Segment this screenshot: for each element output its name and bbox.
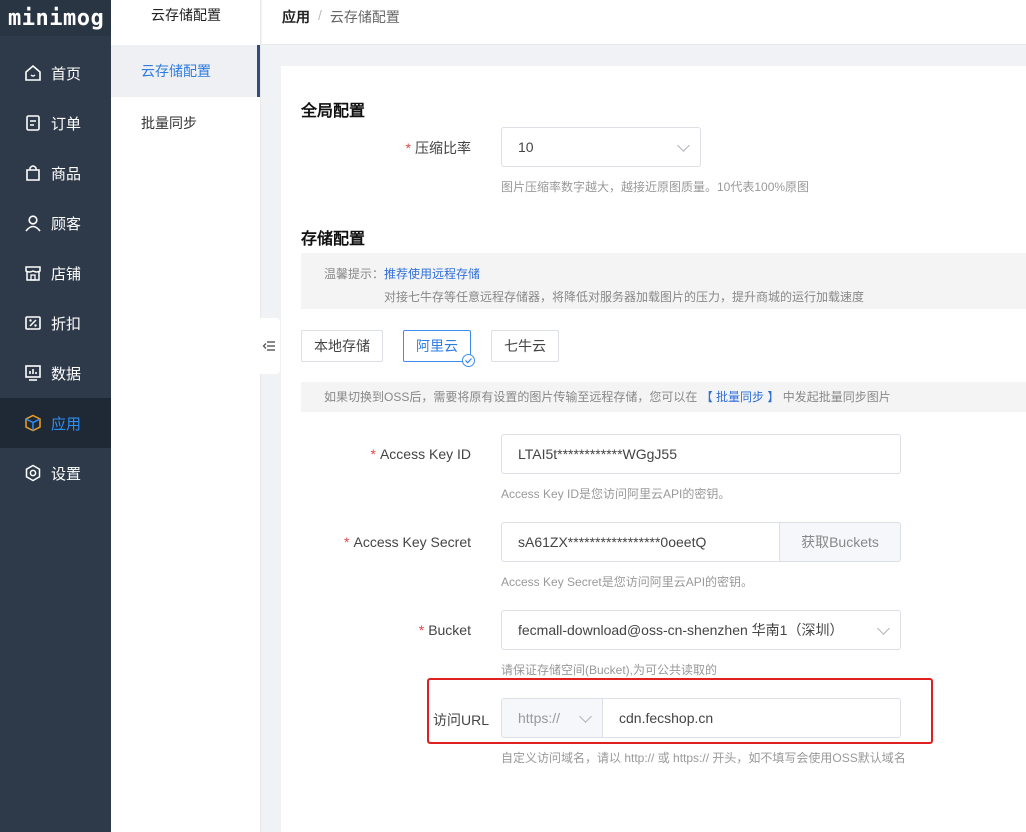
chevron-down-icon xyxy=(877,622,890,635)
access-key-id-label: * Access Key ID xyxy=(370,446,471,462)
bucket-label: * Bucket xyxy=(418,622,471,638)
sidebar-item-store[interactable]: 店铺 xyxy=(0,248,111,298)
tip-link[interactable]: 推荐使用远程存储 xyxy=(384,267,480,281)
breadcrumb: 应用 / 云存储配置 xyxy=(262,0,1026,45)
bucket-value: fecmall-download@oss-cn-shenzhen 华南1（深圳） xyxy=(518,622,844,638)
submenu-item-cloud-storage[interactable]: 云存储配置 xyxy=(111,45,260,97)
compression-value: 10 xyxy=(518,139,534,155)
chart-icon xyxy=(25,365,41,381)
main-content-card: 全局配置 * 压缩比率 10 图片压缩率数字越大，越接近原图质量。10代表100%… xyxy=(281,66,1026,832)
submenu-item-batch-sync[interactable]: 批量同步 xyxy=(111,97,260,149)
breadcrumb-separator: / xyxy=(318,7,322,23)
check-icon xyxy=(462,354,475,367)
breadcrumb-parent[interactable]: 应用 xyxy=(282,7,310,27)
access-key-secret-input[interactable]: sA61ZX*****************0oeetQ xyxy=(501,522,781,562)
global-config-title: 全局配置 xyxy=(301,103,366,120)
discount-icon xyxy=(25,316,41,330)
bag-icon xyxy=(26,165,40,181)
sidebar-item-label: 折扣 xyxy=(51,315,82,333)
breadcrumb-current: 云存储配置 xyxy=(329,9,400,25)
tip-text: 对接七牛存等任意远程存储器，将降低对服务器加载图片的压力，提升商城的运行加载速度 xyxy=(384,290,865,304)
tab-label: 阿里云 xyxy=(416,338,458,354)
compression-label: * 压缩比率 xyxy=(405,140,471,156)
sidebar-item-label: 商品 xyxy=(51,165,82,183)
compression-select[interactable]: 10 xyxy=(501,127,701,167)
gear-icon xyxy=(25,464,41,482)
storage-config-title: 存储配置 xyxy=(301,231,366,248)
sidebar-item-data[interactable]: 数据 xyxy=(0,348,111,398)
sidebar-item-label: 顾客 xyxy=(51,215,82,233)
chevron-down-icon xyxy=(579,710,592,723)
sidebar-item-orders[interactable]: 订单 xyxy=(0,98,111,148)
notice-before: 如果切换到OSS后，需要将原有设置的图片传输至远程存储，您可以在 xyxy=(324,390,698,404)
sidebar-item-customers[interactable]: 顾客 xyxy=(0,198,111,248)
access-key-secret-label: * Access Key Secret xyxy=(344,534,471,550)
order-icon xyxy=(26,115,40,131)
store-icon xyxy=(25,266,41,281)
sidebar-item-label: 设置 xyxy=(51,465,82,483)
bucket-select[interactable]: fecmall-download@oss-cn-shenzhen 华南1（深圳） xyxy=(501,610,901,650)
compression-hint: 图片压缩率数字越大，越接近原图质量。10代表100%原图 xyxy=(501,180,810,194)
protocol-select[interactable]: https:// xyxy=(501,698,603,738)
notice-after: 中发起批量同步图片 xyxy=(782,390,891,404)
access-key-secret-hint: Access Key Secret是您访问阿里云API的密钥。 xyxy=(501,575,754,589)
sidebar-item-apps[interactable]: 应用 xyxy=(0,398,111,448)
sidebar-item-home[interactable]: 首页 xyxy=(0,48,111,98)
cube-icon xyxy=(25,414,41,432)
sidebar-item-products[interactable]: 商品 xyxy=(0,148,111,198)
tab-local-storage[interactable]: 本地存储 xyxy=(301,330,383,362)
sidebar-item-label: 首页 xyxy=(51,65,82,83)
collapse-icon xyxy=(262,341,275,351)
app-logo[interactable]: minimog xyxy=(0,0,111,36)
bucket-hint: 请保证存储空间(Bucket),为可公共读取的 xyxy=(501,663,718,677)
sidebar-item-label: 店铺 xyxy=(51,265,82,283)
get-buckets-button[interactable]: 获取Buckets xyxy=(779,522,901,562)
sidebar-item-settings[interactable]: 设置 xyxy=(0,448,111,498)
storage-tip: 温馨提示：推荐使用远程存储 对接七牛存等任意远程存储器，将降低对服务器加载图片的… xyxy=(301,253,1026,309)
protocol-value: https:// xyxy=(518,710,561,726)
access-url-label: 访问URL xyxy=(432,712,489,728)
collapse-menu-button[interactable] xyxy=(258,318,280,374)
tip-prefix: 温馨提示： xyxy=(324,267,385,281)
access-key-id-hint: Access Key ID是您访问阿里云API的密钥。 xyxy=(501,487,731,501)
access-url-hint: 自定义访问域名，请以 http:// 或 https:// 开头，如不填写会使用… xyxy=(501,751,906,765)
tab-qiniu[interactable]: 七牛云 xyxy=(491,330,559,362)
sidebar-item-label: 订单 xyxy=(51,115,82,133)
user-icon xyxy=(25,215,41,232)
access-url-input[interactable]: cdn.fecshop.cn xyxy=(602,698,901,738)
oss-notice: 如果切换到OSS后，需要将原有设置的图片传输至远程存储，您可以在 【 批量同步 … xyxy=(301,382,1026,412)
tab-aliyun[interactable]: 阿里云 xyxy=(403,330,475,367)
sidebar-item-label: 数据 xyxy=(51,365,82,383)
batch-sync-link[interactable]: 【 批量同步 】 xyxy=(701,390,780,404)
chevron-down-icon xyxy=(677,139,690,152)
sidebar-item-label: 应用 xyxy=(51,415,82,433)
access-key-id-input[interactable]: LTAI5t************WGgJ55 xyxy=(501,434,901,474)
main-sidebar: minimog 首页 订单 商品 顾客 店铺 折扣 数据 应用 设置 xyxy=(0,0,111,832)
submenu-title: 云存储配置 xyxy=(151,7,221,23)
secondary-menu: 云存储配置 云存储配置 批量同步 xyxy=(111,0,261,832)
home-icon xyxy=(25,64,41,81)
sidebar-item-discount[interactable]: 折扣 xyxy=(0,298,111,348)
